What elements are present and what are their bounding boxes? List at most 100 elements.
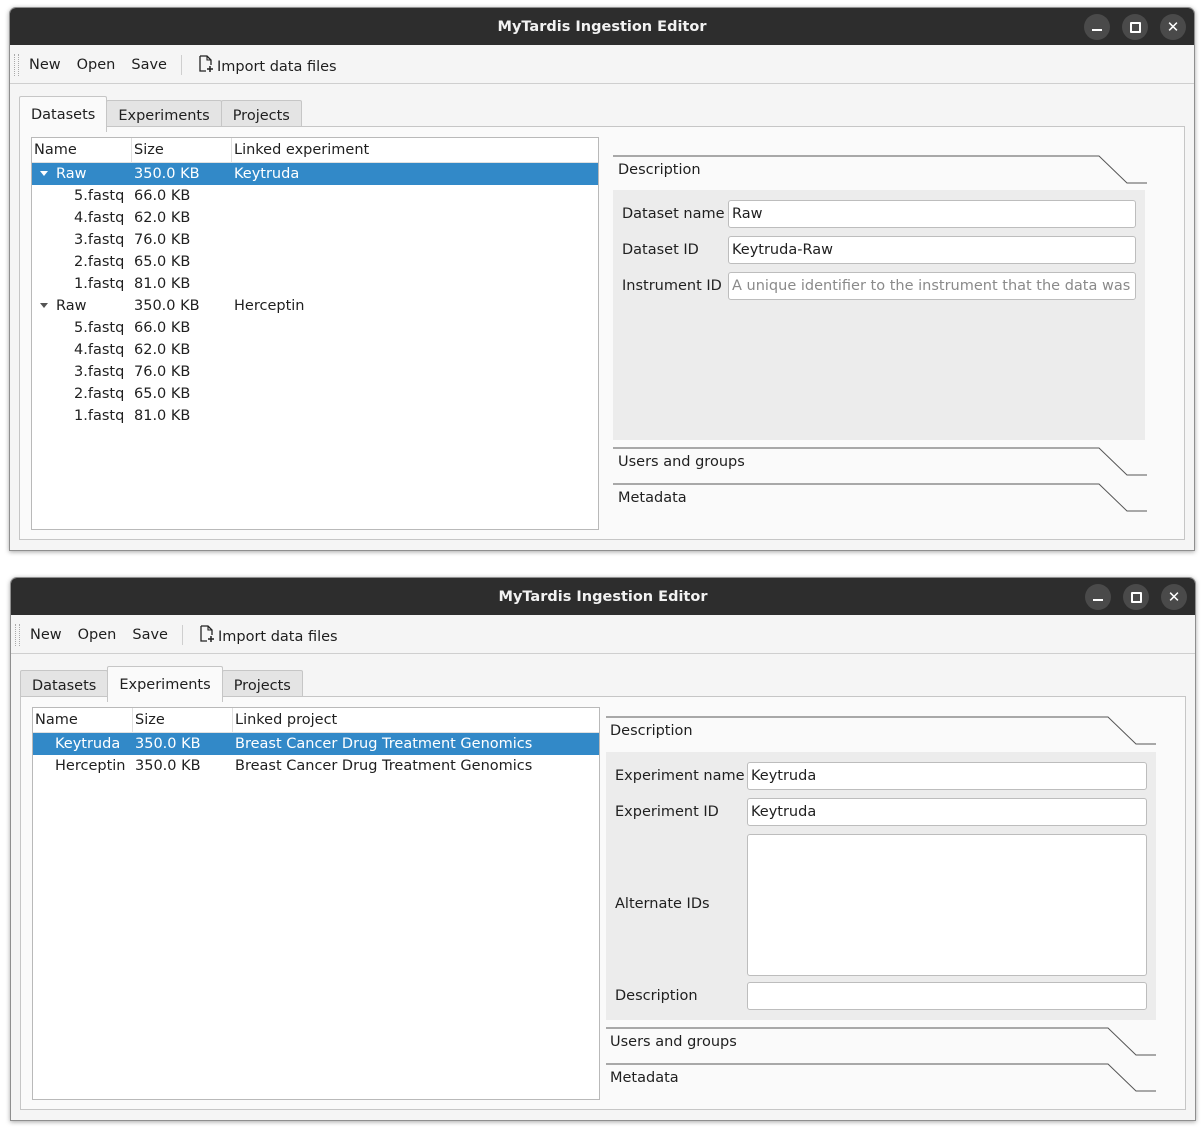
section-metadata-tab-shape	[613, 483, 1147, 512]
description-label: Description	[615, 988, 698, 1004]
description-input[interactable]	[747, 982, 1147, 1010]
cell-name: 5.fastq	[32, 320, 132, 336]
cell-name-text: 1.fastq	[74, 276, 125, 292]
column-header-linked-experiment[interactable]: Linked experiment	[232, 138, 598, 162]
cell-name: Keytruda	[33, 736, 133, 752]
import-data-files-button[interactable]: Import data files	[192, 54, 343, 75]
new-button[interactable]: New	[24, 627, 68, 643]
cell-name: 3.fastq	[32, 364, 132, 380]
close-icon: ✕	[1166, 17, 1180, 36]
cell-size: 62.0 KB	[134, 342, 191, 358]
title-bar[interactable]: MyTardis Ingestion Editor ✕	[11, 578, 1195, 615]
table-row[interactable]: Herceptin 350.0 KB Breast Cancer Drug Trea…	[33, 755, 599, 777]
tab-experiments[interactable]: Experiments	[107, 666, 223, 702]
save-button[interactable]: Save	[125, 57, 173, 73]
table-row[interactable]: 3.fastq 76.0 KB	[32, 361, 598, 383]
cell-name-text: 1.fastq	[74, 408, 125, 424]
tree-group-row[interactable]: Raw 350.0 KB Herceptin	[32, 295, 598, 317]
cell-name-text: 5.fastq	[74, 188, 125, 204]
cell-linked: Keytruda	[234, 166, 300, 182]
column-header-name[interactable]: Name	[32, 138, 132, 162]
cell-linked: Herceptin	[234, 298, 305, 314]
window-experiments: MyTardis Ingestion Editor ✕ New Open Sav…	[10, 577, 1196, 1121]
maximize-icon	[1129, 21, 1141, 33]
cell-name-text: 2.fastq	[74, 254, 125, 270]
close-button[interactable]: ✕	[1161, 584, 1187, 610]
cell-name-text: Herceptin	[55, 758, 126, 774]
toolbar-separator	[181, 624, 183, 645]
table-row[interactable]: 4.fastq 62.0 KB	[32, 339, 598, 361]
table-row[interactable]: 5.fastq 66.0 KB	[32, 185, 598, 207]
cell-name: 4.fastq	[32, 210, 132, 226]
expand-arrow-icon[interactable]	[40, 171, 48, 176]
dataset-id-input[interactable]: Keytruda-Raw	[728, 236, 1136, 264]
toolbar: New Open Save Import data files	[11, 616, 1195, 654]
dataset-tree[interactable]: Name Size Linked experiment Raw 350.0 KB K…	[31, 137, 599, 530]
minimize-button[interactable]	[1084, 14, 1110, 40]
expand-arrow-icon[interactable]	[40, 303, 48, 308]
import-data-files-button[interactable]: Import data files	[193, 624, 344, 645]
table-row[interactable]: 5.fastq 66.0 KB	[32, 317, 598, 339]
new-button[interactable]: New	[23, 57, 67, 73]
tab-datasets[interactable]: Datasets	[19, 96, 108, 132]
toolbar-grip[interactable]	[14, 53, 19, 76]
maximize-button[interactable]	[1123, 584, 1149, 610]
cell-name-text: 2.fastq	[74, 386, 125, 402]
close-icon: ✕	[1167, 587, 1181, 606]
experiment-id-input[interactable]: Keytruda	[747, 798, 1147, 826]
cell-name: Raw	[32, 298, 132, 314]
instrument-id-input[interactable]: A unique identifier to the instrument th…	[728, 272, 1136, 300]
cell-size: 66.0 KB	[134, 188, 191, 204]
alternate-ids-textarea[interactable]	[747, 834, 1147, 976]
cell-name-text: 3.fastq	[74, 232, 125, 248]
cell-linked: Breast Cancer Drug Treatment Genomics	[235, 758, 533, 774]
open-button[interactable]: Open	[71, 57, 122, 73]
toolbar-grip[interactable]	[15, 623, 20, 646]
section-users-tab-shape	[606, 1027, 1156, 1056]
cell-size: 66.0 KB	[134, 320, 191, 336]
experiment-name-input[interactable]: Keytruda	[747, 762, 1147, 790]
close-button[interactable]: ✕	[1160, 14, 1186, 40]
cell-name: 5.fastq	[32, 188, 132, 204]
tab-panel: Name Size Linked experiment Raw 350.0 KB K…	[19, 126, 1185, 540]
cell-name-text: Raw	[56, 298, 87, 314]
table-row[interactable]: 4.fastq 62.0 KB	[32, 207, 598, 229]
tab-bar: Datasets Experiments Projects	[19, 96, 302, 132]
add-file-icon	[199, 54, 213, 72]
minimize-button[interactable]	[1085, 584, 1111, 610]
table-row[interactable]: 1.fastq 81.0 KB	[32, 405, 598, 427]
cell-name-text: 3.fastq	[74, 364, 125, 380]
table-row[interactable]: 2.fastq 65.0 KB	[32, 383, 598, 405]
cell-size: 81.0 KB	[134, 408, 191, 424]
dataset-name-input[interactable]: Raw	[728, 200, 1136, 228]
table-row[interactable]: 2.fastq 65.0 KB	[32, 251, 598, 273]
dataset-name-label: Dataset name	[622, 206, 725, 222]
tree-group-row[interactable]: Raw 350.0 KB Keytruda	[32, 163, 598, 185]
table-row[interactable]: 3.fastq 76.0 KB	[32, 229, 598, 251]
experiment-tree[interactable]: Name Size Linked project Keytruda 350.0 K…	[32, 707, 600, 1100]
section-users-tab-shape	[613, 447, 1147, 476]
experiment-id-label: Experiment ID	[615, 804, 719, 820]
save-button[interactable]: Save	[126, 627, 174, 643]
column-header-size[interactable]: Size	[133, 708, 233, 732]
section-description-tab-shape	[606, 716, 1156, 745]
window-title: MyTardis Ingestion Editor	[498, 588, 708, 605]
cell-name-text: Raw	[56, 166, 87, 182]
cell-size: 350.0 KB	[134, 298, 200, 314]
tree-header: Name Size Linked project	[33, 708, 599, 733]
window-datasets: MyTardis Ingestion Editor ✕ New Open Sav…	[9, 7, 1195, 551]
maximize-button[interactable]	[1122, 14, 1148, 40]
tab-bar: Datasets Experiments Projects	[20, 666, 303, 702]
column-header-linked-project[interactable]: Linked project	[233, 708, 599, 732]
table-row[interactable]: Keytruda 350.0 KB Breast Cancer Drug Treat…	[33, 733, 599, 755]
toolbar-separator	[180, 54, 182, 75]
title-bar[interactable]: MyTardis Ingestion Editor ✕	[10, 8, 1194, 45]
column-header-size[interactable]: Size	[132, 138, 232, 162]
alternate-ids-label: Alternate IDs	[615, 896, 710, 912]
column-header-name[interactable]: Name	[33, 708, 133, 732]
table-row[interactable]: 1.fastq 81.0 KB	[32, 273, 598, 295]
cell-size: 350.0 KB	[134, 166, 200, 182]
cell-size: 350.0 KB	[135, 736, 201, 752]
open-button[interactable]: Open	[72, 627, 123, 643]
section-metadata-tab-shape	[606, 1063, 1156, 1092]
